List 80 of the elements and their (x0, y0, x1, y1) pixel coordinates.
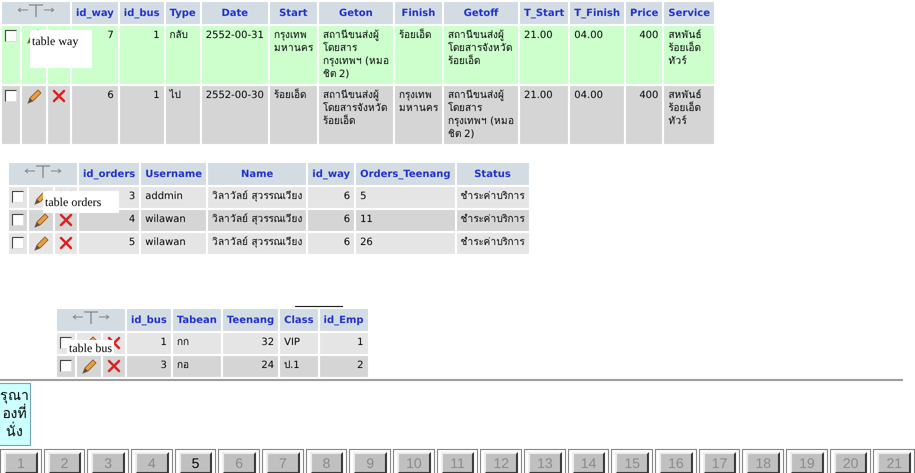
table-cell: wilawan (141, 233, 206, 254)
table-cell: กก (172, 333, 221, 354)
table-cell: 1 (120, 86, 164, 144)
table-cell: 5 (356, 187, 455, 208)
table-cell: 5 (79, 233, 140, 254)
table-cell: 1 (127, 333, 171, 354)
table-cell: ชำระค่าบริการ (456, 210, 529, 231)
table-cell: วิลาวัลย์ สุวรรณเวียง (208, 233, 306, 254)
table-cell: 04.00 (570, 26, 624, 84)
table-cell: 1 (120, 26, 164, 84)
table-cell: 21.00 (520, 26, 568, 84)
table-cell: สหพันธ์ ร้อยเอ็ด ทัวร์ (664, 26, 714, 84)
table-cell: สถานีขนส่งผู้ โดยสารจังหวัด ร้อยเอ็ด (318, 86, 393, 144)
notice-text: องที่ (2, 405, 26, 423)
table-cell: 6 (72, 86, 118, 144)
table-cell: 3 (127, 356, 171, 377)
column-header[interactable]: Price (626, 2, 662, 24)
table-cell: สหพันธ์ ร้อยเอ็ด ทัวร์ (664, 86, 714, 144)
table-cell: 6 (308, 187, 354, 208)
table-cell: 11 (356, 210, 455, 231)
table-cell: 6 (308, 210, 354, 231)
table-cell: 21.00 (520, 86, 568, 144)
column-header[interactable]: Status (456, 163, 529, 185)
column-header[interactable]: id_bus (127, 309, 171, 331)
column-header[interactable]: Date (202, 2, 268, 24)
column-header[interactable]: Username (141, 163, 206, 185)
label-tooltip: table way (30, 30, 92, 68)
column-header[interactable]: Service (664, 2, 714, 24)
table-cell: 4 (79, 210, 140, 231)
column-header[interactable]: Class (280, 309, 318, 331)
table-cell: 2552-00-30 (202, 86, 268, 144)
table-cell: ชำระค่าบริการ (456, 233, 529, 254)
table-cell: กรุงเทพ มหานคร (394, 86, 442, 144)
table-cell: วิลาวัลย์ สุวรรณเวียง (208, 187, 306, 208)
table-cell: 400 (626, 26, 662, 84)
column-header[interactable]: id_Emp (320, 309, 368, 331)
column-header[interactable]: Tabean (172, 309, 221, 331)
label-tooltip: table orders (43, 191, 119, 213)
table-cell: ไป (166, 86, 200, 144)
table-cell: wilawan (141, 210, 206, 231)
column-header[interactable]: T_Finish (570, 2, 624, 24)
column-header[interactable]: Orders_Teenang (356, 163, 455, 185)
column-header[interactable]: Teenang (222, 309, 278, 331)
column-header[interactable]: Name (208, 163, 306, 185)
column-header[interactable]: T_Start (520, 2, 568, 24)
notice-text: รุณา (0, 387, 29, 404)
table-cell: สถานีขนส่งผู้ โดยสาร กรุงเทพฯ (หมอ ชิต 2) (318, 26, 393, 84)
table-cell: 04.00 (570, 86, 624, 144)
column-header[interactable]: id_orders (79, 163, 140, 185)
column-header[interactable]: id_way (308, 163, 354, 185)
table-cell: 400 (626, 86, 662, 144)
column-header[interactable]: Finish (394, 2, 442, 24)
table-cell: กลับ (166, 26, 200, 84)
notice-text: นั่ง (6, 423, 23, 441)
column-header[interactable]: id_bus (120, 2, 164, 24)
table-cell: 26 (356, 233, 455, 254)
table-cell: VIP (280, 333, 318, 354)
column-header[interactable]: Start (270, 2, 317, 24)
column-header[interactable]: id_way (72, 2, 118, 24)
label-tooltip: table bus (67, 340, 114, 356)
table-cell: 24 (222, 356, 278, 377)
column-header[interactable]: Geton (318, 2, 393, 24)
table-cell: 1 (320, 333, 368, 354)
table-cell: 6 (308, 233, 354, 254)
table-cell: วิลาวัลย์ สุวรรณเวียง (208, 210, 306, 231)
table-cell: กรุงเทพ มหานคร (270, 26, 317, 84)
table-cell: ชำระค่าบริการ (456, 187, 529, 208)
table-cell: กอ (172, 356, 221, 377)
table-cell: สถานีขนส่งผู้ โดยสารจังหวัด ร้อยเอ็ด (444, 26, 518, 84)
column-header[interactable]: Type (166, 2, 200, 24)
table-cell: ร้อยเอ็ด (394, 26, 442, 84)
table-cell: สถานีขนส่งผู้ โดยสาร กรุงเทพฯ (หมอ ชิต 2) (444, 86, 518, 144)
column-header[interactable]: Getoff (444, 2, 518, 24)
table-cell: 2552-00-31 (202, 26, 268, 84)
table-cell: ป.1 (280, 356, 318, 377)
table-cell: addmin (141, 187, 206, 208)
table-cell: 2 (320, 356, 368, 377)
seat-button[interactable]: 5 (178, 452, 212, 473)
table-cell: ร้อยเอ็ด (270, 86, 317, 144)
table-cell: 32 (222, 333, 278, 354)
